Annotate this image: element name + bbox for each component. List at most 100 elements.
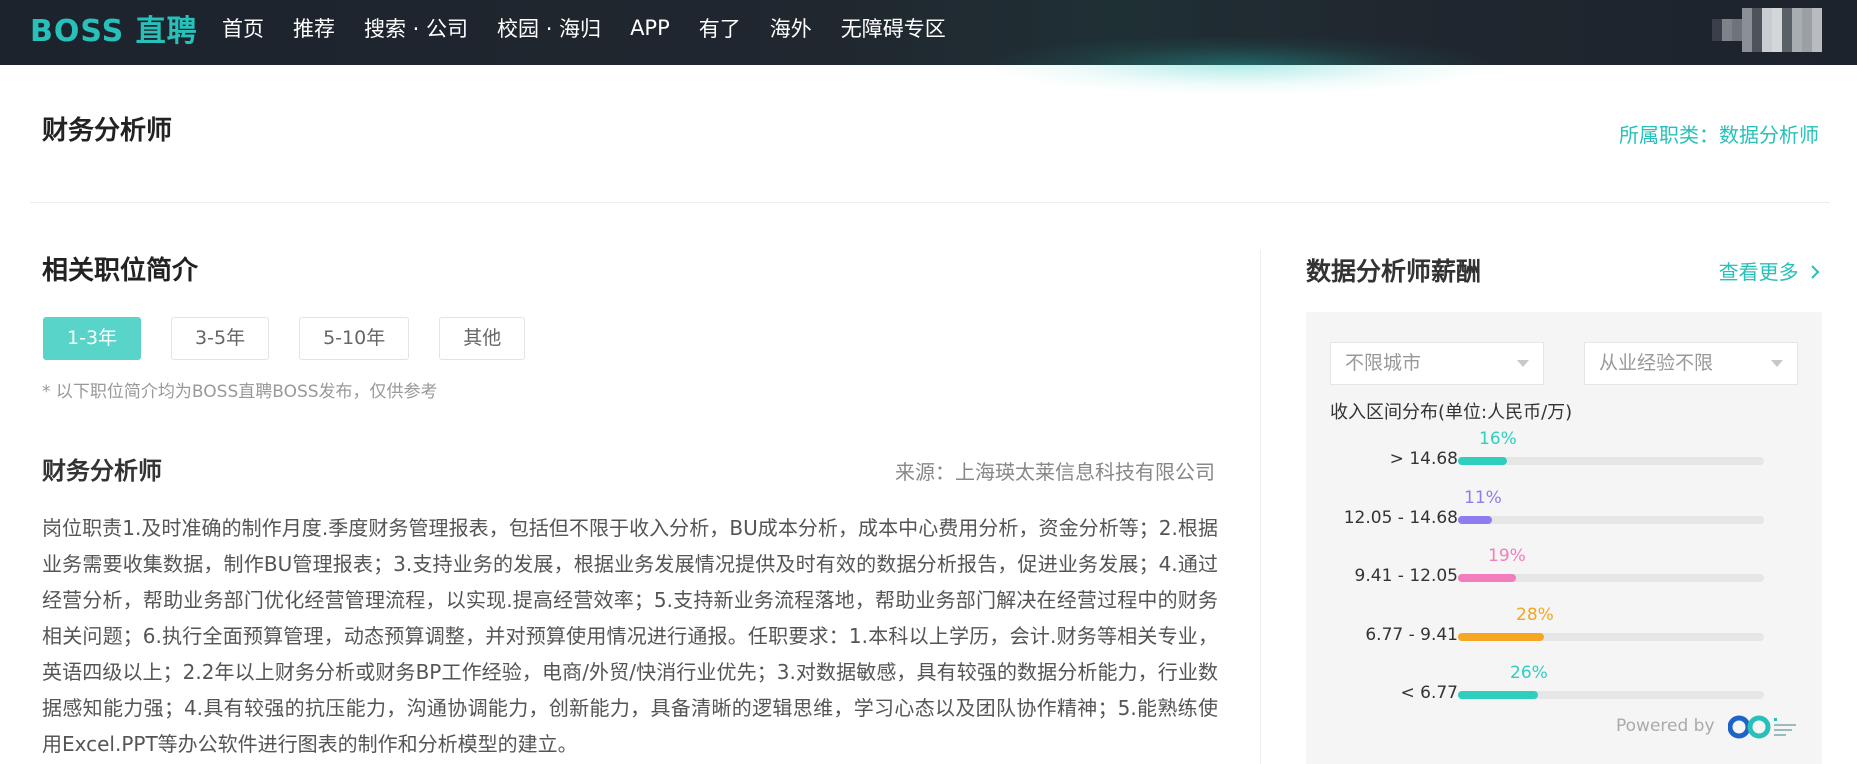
income-range-bar <box>1458 516 1492 524</box>
avatar-pixel <box>1772 30 1782 41</box>
nav-item-youle[interactable]: 有了 <box>699 13 741 43</box>
avatar-pixel <box>1802 8 1812 19</box>
income-range-track <box>1458 457 1764 465</box>
income-range-row: < 6.77 26% <box>1306 653 1822 711</box>
avatar-pixel <box>1722 8 1732 19</box>
avatar-pixel <box>1742 8 1752 19</box>
avatar-pixel <box>1722 41 1732 52</box>
avatar-pixel <box>1782 41 1792 52</box>
caret-down-icon <box>1771 360 1783 367</box>
page-title: 财务分析师 <box>42 116 173 146</box>
tab-1-3-years[interactable]: 1-3年 <box>43 317 142 360</box>
income-range-label: > 14.68 <box>1389 449 1458 469</box>
avatar-pixel <box>1722 30 1732 41</box>
avatar-pixel <box>1792 41 1802 52</box>
income-range-label: 9.41 - 12.05 <box>1354 566 1458 586</box>
income-range-percent: 19% <box>1488 546 1526 566</box>
avatar-pixel <box>1712 19 1722 30</box>
experience-select[interactable]: 从业经验不限 <box>1584 342 1798 385</box>
avatar-pixel <box>1742 19 1752 30</box>
income-range-row: 12.05 - 14.68 11% <box>1306 478 1822 536</box>
avatar-pixel <box>1712 8 1722 19</box>
city-select[interactable]: 不限城市 <box>1330 342 1544 385</box>
income-range-bar <box>1458 691 1538 699</box>
avatar-pixel <box>1802 30 1812 41</box>
job-name-heading: 财务分析师 <box>42 457 162 485</box>
avatar-pixel <box>1732 8 1742 19</box>
avatar-pixel <box>1712 30 1722 41</box>
avatar-pixel <box>1792 8 1802 19</box>
avatar-pixel <box>1742 41 1752 52</box>
disclaimer-note: * 以下职位简介均为BOSS直聘BOSS发布，仅供参考 <box>42 382 438 402</box>
experience-select-value: 从业经验不限 <box>1599 352 1714 374</box>
nav-item-app[interactable]: APP <box>630 16 670 40</box>
job-description: 岗位职责1.及时准确的制作月度.季度财务管理报表，包括但不限于收入分析，BU成本… <box>42 516 1218 756</box>
avatar-pixel <box>1772 41 1782 52</box>
salary-panel: 不限城市 从业经验不限 收入区间分布(单位:人民币/万) > 14.68 16% 1… <box>1306 312 1822 764</box>
boss-logo[interactable]: BOSS 直聘 <box>30 10 198 54</box>
income-range-percent: 26% <box>1510 663 1548 683</box>
income-range-percent: 28% <box>1516 605 1554 625</box>
income-range-row: > 14.68 16% <box>1306 419 1822 477</box>
tab-5-10-years[interactable]: 5-10年 <box>299 317 410 360</box>
avatar-pixel <box>1752 19 1762 30</box>
nav-item-home[interactable]: 首页 <box>222 13 264 43</box>
tab-other[interactable]: 其他 <box>439 317 526 360</box>
top-navigation-bar: BOSS 直聘 首页 推荐 搜索 · 公司 校园 · 海归 APP 有了 海外 … <box>0 0 1857 95</box>
avatar-pixel <box>1752 8 1762 19</box>
avatar-pixel <box>1752 30 1762 41</box>
avatar-pixel <box>1792 19 1802 30</box>
avatar-pixel <box>1812 8 1822 19</box>
income-range-row: 9.41 - 12.05 19% <box>1306 536 1822 594</box>
avatar-pixel <box>1722 19 1732 30</box>
caret-down-icon <box>1517 360 1529 367</box>
city-select-value: 不限城市 <box>1345 352 1422 374</box>
column-divider <box>1260 250 1261 764</box>
income-range-bar <box>1458 457 1507 465</box>
avatar-pixel <box>1752 41 1762 52</box>
experience-tabs: 1-3年 3-5年 5-10年 其他 <box>43 317 555 360</box>
avatar-pixel <box>1802 19 1812 30</box>
main-nav: 首页 推荐 搜索 · 公司 校园 · 海归 APP 有了 海外 无障碍专区 <box>222 0 975 55</box>
avatar-pixel <box>1762 19 1772 30</box>
income-range-track <box>1458 633 1764 641</box>
view-more-link[interactable]: 查看更多 <box>1719 256 1821 285</box>
avatar-pixel <box>1782 30 1792 41</box>
income-range-bar <box>1458 574 1516 582</box>
source-company: 来源：上海瑛太莱信息科技有限公司 <box>895 460 1215 484</box>
tab-3-5-years[interactable]: 3-5年 <box>171 317 270 360</box>
avatar-pixel <box>1772 8 1782 19</box>
income-range-track <box>1458 574 1764 582</box>
nav-item-search-company[interactable]: 搜索 · 公司 <box>364 13 468 43</box>
income-range-label: 12.05 - 14.68 <box>1343 508 1458 528</box>
avatar-pixel <box>1712 41 1722 52</box>
intro-section-title: 相关职位简介 <box>42 256 199 286</box>
user-avatar[interactable] <box>1712 8 1822 52</box>
job-category-link[interactable]: 所属职类：数据分析师 <box>1619 119 1819 148</box>
nav-item-campus-overseas-returnee[interactable]: 校园 · 海归 <box>497 13 601 43</box>
header-glow-decoration <box>980 35 1500 95</box>
nav-item-accessibility[interactable]: 无障碍专区 <box>841 13 946 43</box>
avatar-pixel <box>1732 30 1742 41</box>
nav-item-overseas[interactable]: 海外 <box>770 13 812 43</box>
avatar-pixel <box>1762 30 1772 41</box>
income-range-label: 6.77 - 9.41 <box>1365 625 1458 645</box>
income-range-bar <box>1458 633 1544 641</box>
avatar-pixel <box>1742 30 1752 41</box>
avatar-pixel <box>1762 8 1772 19</box>
avatar-pixel <box>1812 41 1822 52</box>
avatar-pixel <box>1802 41 1812 52</box>
salary-section-title: 数据分析师薪酬 <box>1306 257 1482 286</box>
avatar-pixel <box>1782 8 1792 19</box>
avatar-pixel <box>1792 30 1802 41</box>
income-range-track <box>1458 516 1764 524</box>
income-range-percent: 16% <box>1479 429 1517 449</box>
title-divider <box>30 202 1830 203</box>
avatar-pixel <box>1812 30 1822 41</box>
income-range-row: 6.77 - 9.41 28% <box>1306 595 1822 653</box>
avatar-pixel <box>1782 19 1792 30</box>
avatar-pixel <box>1732 19 1742 30</box>
avatar-pixel <box>1772 19 1782 30</box>
powered-by-text: Powered by <box>1616 716 1715 736</box>
nav-item-recommend[interactable]: 推荐 <box>293 13 335 43</box>
